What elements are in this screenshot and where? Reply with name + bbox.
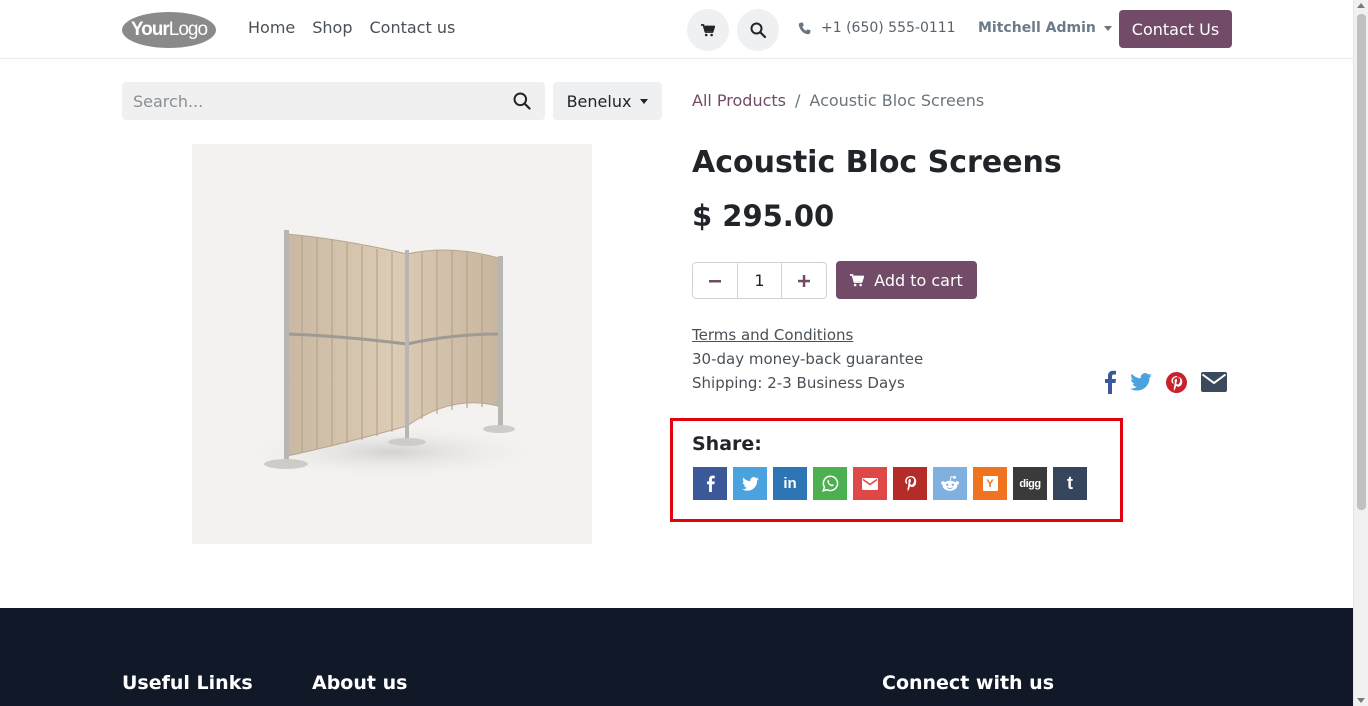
- share-whatsapp-button[interactable]: [813, 467, 847, 500]
- site-logo[interactable]: Your Logo: [122, 12, 216, 48]
- search-toggle-button[interactable]: [737, 9, 779, 51]
- page-scrollbar[interactable]: [1353, 0, 1368, 706]
- pinterest-icon: [904, 475, 916, 491]
- minus-icon: [709, 279, 722, 282]
- linkedin-icon: in: [783, 475, 797, 492]
- phone-icon: [798, 22, 811, 34]
- share-tumblr-button[interactable]: t: [1053, 467, 1087, 500]
- share-section: Share: in Y digg t: [670, 418, 1123, 522]
- product-title: Acoustic Bloc Screens: [692, 145, 1062, 180]
- reddit-icon: [941, 475, 959, 491]
- scroll-up-icon[interactable]: [1357, 3, 1365, 8]
- user-menu[interactable]: Mitchell Admin: [978, 20, 1112, 36]
- guarantee-text: 30-day money-back guarantee: [692, 350, 924, 368]
- plus-icon: [797, 274, 810, 287]
- contact-us-button[interactable]: Contact Us: [1119, 10, 1232, 48]
- hacker-news-icon: Y: [982, 476, 998, 491]
- share-pinterest-button[interactable]: [893, 467, 927, 500]
- twitter-icon: [741, 476, 759, 491]
- product-price: $ 295.00: [692, 199, 835, 233]
- terms-link[interactable]: Terms and Conditions: [692, 326, 853, 344]
- site-footer: Useful Links About us Connect with us: [0, 608, 1353, 706]
- email-icon: [862, 477, 878, 490]
- site-header: Your Logo Home Shop Contact us +1 (650) 5…: [0, 0, 1353, 59]
- twitter-icon[interactable]: [1130, 373, 1152, 391]
- facebook-icon[interactable]: [1104, 370, 1116, 394]
- search-icon: [750, 22, 766, 38]
- phone-number: +1 (650) 555-0111: [821, 20, 956, 36]
- pricelist-dropdown[interactable]: Benelux: [553, 82, 662, 120]
- scroll-thumb[interactable]: [1357, 14, 1366, 510]
- nav-home[interactable]: Home: [248, 18, 295, 37]
- cart-icon: [701, 23, 715, 36]
- product-search: [122, 82, 545, 120]
- pricelist-label: Benelux: [566, 91, 632, 111]
- cart-icon: [850, 273, 865, 286]
- whatsapp-icon: [821, 475, 838, 492]
- footer-useful-links-heading: Useful Links: [122, 672, 253, 694]
- share-twitter-button[interactable]: [733, 467, 767, 500]
- social-links: [1104, 370, 1227, 394]
- add-to-cart-label: Add to cart: [874, 270, 963, 290]
- acoustic-screen-illustration: [232, 230, 552, 480]
- product-image[interactable]: [192, 144, 592, 544]
- add-to-cart-button[interactable]: Add to cart: [836, 261, 977, 299]
- share-digg-button[interactable]: digg: [1013, 467, 1047, 500]
- breadcrumb: All Products / Acoustic Bloc Screens: [692, 91, 984, 110]
- quantity-input[interactable]: 1: [737, 263, 782, 298]
- pinterest-icon[interactable]: [1166, 371, 1187, 393]
- tumblr-icon: t: [1067, 473, 1073, 493]
- footer-about-us-heading: About us: [312, 672, 408, 694]
- breadcrumb-separator: /: [795, 91, 801, 110]
- shipping-text: Shipping: 2-3 Business Days: [692, 374, 905, 392]
- share-hacker-news-button[interactable]: Y: [973, 467, 1007, 500]
- search-icon[interactable]: [513, 92, 531, 110]
- breadcrumb-all-products[interactable]: All Products: [692, 91, 786, 110]
- search-input[interactable]: [122, 82, 492, 120]
- share-email-button[interactable]: [853, 467, 887, 500]
- cart-button[interactable]: [687, 9, 729, 51]
- share-label: Share:: [692, 433, 762, 455]
- share-reddit-button[interactable]: [933, 467, 967, 500]
- scroll-down-icon[interactable]: [1357, 698, 1365, 703]
- chevron-down-icon: [1103, 25, 1112, 31]
- share-buttons: in Y digg t: [693, 467, 1087, 500]
- digg-icon: digg: [1019, 477, 1041, 490]
- quantity-increase-button[interactable]: [782, 263, 826, 298]
- phone-contact[interactable]: +1 (650) 555-0111: [798, 20, 956, 36]
- quantity-stepper: 1: [692, 262, 827, 299]
- nav-contact-us[interactable]: Contact us: [370, 18, 456, 37]
- share-facebook-button[interactable]: [693, 467, 727, 500]
- breadcrumb-current: Acoustic Bloc Screens: [809, 91, 985, 110]
- main-navigation: Home Shop Contact us: [248, 18, 455, 37]
- user-name: Mitchell Admin: [978, 20, 1096, 36]
- chevron-down-icon: [640, 98, 649, 104]
- footer-connect-heading: Connect with us: [882, 672, 1055, 694]
- quantity-decrease-button[interactable]: [693, 263, 737, 298]
- email-icon[interactable]: [1201, 372, 1227, 392]
- nav-shop[interactable]: Shop: [312, 18, 352, 37]
- facebook-icon: [706, 475, 715, 492]
- share-linkedin-button[interactable]: in: [773, 467, 807, 500]
